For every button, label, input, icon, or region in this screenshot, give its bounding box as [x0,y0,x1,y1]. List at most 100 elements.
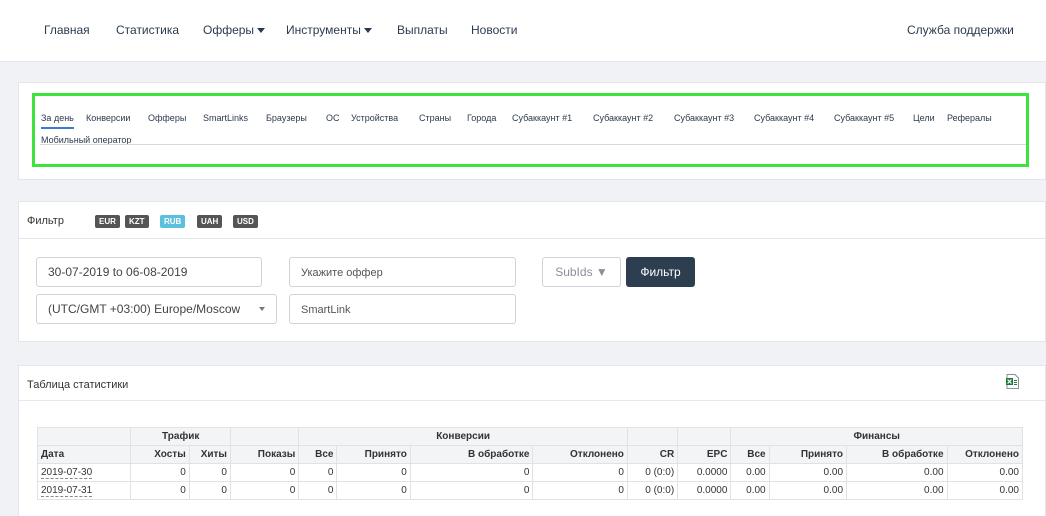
cell-epc: 0.0000 [677,463,732,482]
filter-card: Фильтр EUR KZT RUB UAH USD 30-07-2019 to… [18,201,1046,342]
tab-subaccount-5[interactable]: Субаккаунт #5 [834,113,894,123]
col-fin-all[interactable]: Все [730,445,770,464]
cell-hosts: 0 [130,463,190,482]
cell-fin-accepted: 0.00 [768,463,848,482]
smartlink-input[interactable]: SmartLink [289,294,516,324]
cell-conv-all: 0 [298,481,338,500]
cell-epc: 0.0000 [677,481,732,500]
cell-fin-pending: 0.00 [846,463,948,482]
cell-hits: 0 [188,481,231,500]
stats-divider [19,400,1045,401]
report-tabs-card: За день Конверсии Офферы SmartLinks Брау… [18,82,1046,180]
nav-offers-label: Офферы [203,23,255,37]
date-range-input[interactable]: 30-07-2019 to 06-08-2019 [36,257,262,287]
cell-conv-rejected: 0 [532,463,628,482]
cell-impressions: 0 [229,481,300,500]
date-link[interactable]: 2019-07-30 [41,467,93,479]
nav-offers[interactable]: Офферы [203,23,266,37]
tab-by-day[interactable]: За день [41,113,74,129]
header-blank [677,427,732,446]
smartlink-input-placeholder: SmartLink [301,304,351,316]
cell-fin-all: 0.00 [730,463,770,482]
tab-subaccount-2[interactable]: Субаккаунт #2 [593,113,653,123]
tab-referrals[interactable]: Рефералы [947,113,992,123]
cell-fin-rejected: 0.00 [946,481,1024,500]
currency-rub[interactable]: RUB [160,215,186,228]
tab-cities[interactable]: Города [467,113,496,123]
chevron-down-icon [363,28,372,34]
offer-input[interactable]: Укажите оффер [289,257,516,287]
nav-tools[interactable]: Инструменты [286,23,372,37]
cell-fin-rejected: 0.00 [946,463,1024,482]
header-blank [626,427,679,446]
col-fin-accepted[interactable]: Принято [768,445,848,464]
tab-os[interactable]: ОС [326,113,340,123]
col-conv-pending[interactable]: В обработке [409,445,534,464]
col-conv-rejected[interactable]: Отклонено [532,445,628,464]
filter-title: Фильтр [27,215,64,227]
tab-subaccount-1[interactable]: Субаккаунт #1 [512,113,572,123]
table-row: 2019-07-31 0 0 0 0 0 0 0 0 (0:0) 0.0000 … [36,481,1024,500]
stats-title: Таблица статистики [27,379,129,391]
col-impressions[interactable]: Показы [229,445,300,464]
col-hits[interactable]: Хиты [188,445,231,464]
tab-conversions[interactable]: Конверсии [86,113,130,123]
currency-kzt[interactable]: KZT [125,215,149,228]
date-link[interactable]: 2019-07-31 [41,485,93,497]
col-date[interactable]: Дата [36,445,132,464]
cell-cr: 0 (0:0) [626,481,679,500]
date-cell: 2019-07-30 [36,463,132,482]
col-conv-accepted[interactable]: Принято [336,445,411,464]
filter-button[interactable]: Фильтр [626,257,695,287]
col-epc[interactable]: EPC [677,445,732,464]
tab-subaccount-4[interactable]: Субаккаунт #4 [754,113,814,123]
currency-uah[interactable]: UAH [197,215,223,228]
timezone-select[interactable]: (UTC/GMT +03:00) Europe/Moscow [36,294,277,324]
nav-tools-label: Инструменты [286,23,361,37]
cell-impressions: 0 [229,463,300,482]
table-row: 2019-07-30 0 0 0 0 0 0 0 0 (0:0) 0.0000 … [36,463,1024,482]
chevron-down-icon [257,28,266,34]
tab-subaccount-3[interactable]: Субаккаунт #3 [674,113,734,123]
nav-home[interactable]: Главная [44,23,90,37]
nav-news[interactable]: Новости [471,23,517,37]
col-fin-rejected[interactable]: Отклонено [946,445,1024,464]
nav-support[interactable]: Служба поддержки [907,23,1014,37]
cell-conv-pending: 0 [409,463,534,482]
filter-divider [19,238,1045,239]
stats-card: Таблица статистики Трафик Конверсии Фина… [18,365,1046,516]
group-conversions: Конверсии [298,427,628,446]
nav-payouts[interactable]: Выплаты [397,23,448,37]
header-blank [229,427,300,446]
col-fin-pending[interactable]: В обработке [846,445,948,464]
top-navigation: Главная Статистика Офферы Инструменты Вы… [0,0,1046,62]
currency-eur[interactable]: EUR [95,215,120,228]
tab-smartlinks[interactable]: SmartLinks [203,113,248,123]
cell-conv-accepted: 0 [336,463,411,482]
cell-fin-all: 0.00 [730,481,770,500]
stats-table: Трафик Конверсии Финансы Дата Хосты Хиты… [36,427,1024,500]
cell-conv-rejected: 0 [532,481,628,500]
cell-conv-pending: 0 [409,481,534,500]
tab-browsers[interactable]: Браузеры [266,113,307,123]
tab-offers[interactable]: Офферы [148,113,186,123]
tab-countries[interactable]: Страны [419,113,451,123]
col-conv-all[interactable]: Все [298,445,338,464]
group-finance: Финансы [730,427,1023,446]
subids-dropdown-button[interactable]: SubIds ▼ [542,257,621,287]
cell-fin-pending: 0.00 [846,481,948,500]
tabs-divider [40,144,1026,145]
cell-hosts: 0 [130,481,190,500]
cell-cr: 0 (0:0) [626,463,679,482]
timezone-value: (UTC/GMT +03:00) Europe/Moscow [48,302,241,316]
col-cr[interactable]: CR [626,445,679,464]
cell-conv-accepted: 0 [336,481,411,500]
tab-devices[interactable]: Устройства [351,113,398,123]
excel-export-icon[interactable] [1006,374,1019,389]
cell-fin-accepted: 0.00 [768,481,848,500]
currency-usd[interactable]: USD [233,215,258,228]
col-hosts[interactable]: Хосты [130,445,190,464]
offer-input-placeholder: Укажите оффер [301,267,383,279]
tab-goals[interactable]: Цели [913,113,935,123]
nav-statistics[interactable]: Статистика [116,23,179,37]
